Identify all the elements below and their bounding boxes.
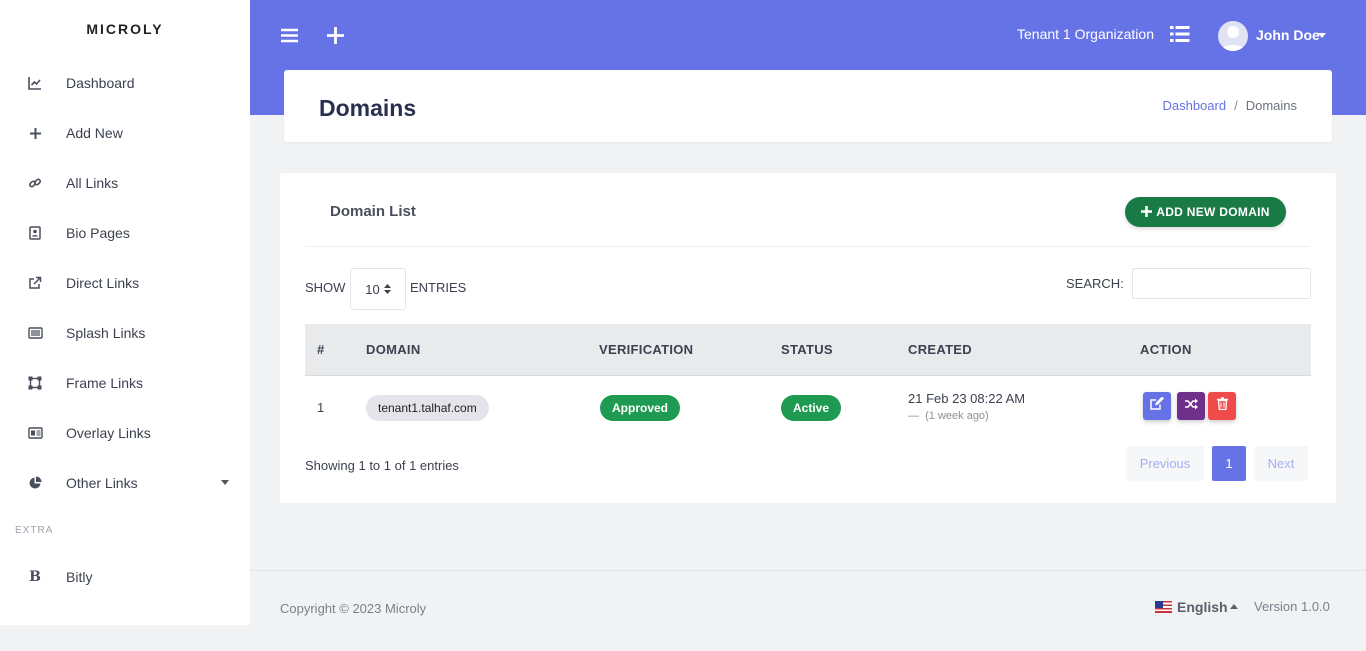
pagination-next[interactable]: Next xyxy=(1254,446,1308,481)
created-date: 21 Feb 23 08:22 AM xyxy=(908,391,1026,406)
sidebar-item-label: Dashboard xyxy=(66,75,135,91)
show-label: SHOW xyxy=(305,280,346,295)
avatar[interactable] xyxy=(1218,21,1248,51)
external-link-icon xyxy=(27,275,43,291)
created-relative: — (1 week ago) xyxy=(908,410,989,422)
created-relative-text: (1 week ago) xyxy=(925,410,989,422)
page-length-value: 10 xyxy=(365,281,380,297)
sidebar-item-bio-pages[interactable]: Bio Pages xyxy=(0,208,250,258)
domain-list-card: Domain List ADD NEW DOMAIN SHOW 10 ENTRI… xyxy=(280,173,1336,503)
us-flag-icon xyxy=(1155,601,1172,613)
sidebar-item-label: Bio Pages xyxy=(66,225,130,241)
breadcrumb-current: Domains xyxy=(1245,98,1297,113)
breadcrumb-home-link[interactable]: Dashboard xyxy=(1162,98,1226,113)
sidebar: MICROLY Dashboard Add New All Links Bio … xyxy=(0,0,250,625)
footer-divider xyxy=(250,570,1366,571)
sidebar-item-dashboard[interactable]: Dashboard xyxy=(0,58,250,108)
sidebar-item-frame-links[interactable]: Frame Links xyxy=(0,358,250,408)
search-input[interactable] xyxy=(1132,268,1311,299)
sidebar-item-other-links[interactable]: Other Links xyxy=(0,458,250,508)
sidebar-item-splash-links[interactable]: Splash Links xyxy=(0,308,250,358)
contact-card-icon xyxy=(27,225,43,241)
sort-arrows-icon xyxy=(383,284,391,294)
sidebar-item-direct-links[interactable]: Direct Links xyxy=(0,258,250,308)
breadcrumb: Dashboard / Domains xyxy=(1162,98,1297,113)
chevron-down-icon xyxy=(1318,33,1326,38)
plus-icon xyxy=(27,125,43,141)
column-header-status[interactable]: STATUS xyxy=(781,342,833,357)
sidebar-item-label: Overlay Links xyxy=(66,425,151,441)
add-new-domain-label: ADD NEW DOMAIN xyxy=(1156,205,1270,219)
status-badge: Active xyxy=(781,395,842,421)
sidebar-item-label: Other Links xyxy=(66,475,138,491)
brand-logo[interactable]: MICROLY xyxy=(0,0,250,58)
edit-button[interactable] xyxy=(1143,392,1171,420)
sidebar-item-all-links[interactable]: All Links xyxy=(0,158,250,208)
overlay-icon xyxy=(27,425,43,441)
link-icon xyxy=(27,175,43,191)
domain-badge: tenant1.talhaf.com xyxy=(366,395,489,421)
organization-name[interactable]: Tenant 1 Organization xyxy=(1017,26,1154,42)
pie-chart-icon xyxy=(27,475,43,491)
column-header-verification[interactable]: VERIFICATION xyxy=(599,342,693,357)
table-header: # DOMAIN VERIFICATION STATUS CREATED ACT… xyxy=(305,324,1311,376)
sidebar-item-label: Add New xyxy=(66,125,123,141)
chart-line-icon xyxy=(27,75,43,91)
shuffle-button[interactable] xyxy=(1177,392,1205,420)
edit-icon xyxy=(1150,396,1164,415)
sidebar-item-bitly[interactable]: B Bitly xyxy=(0,552,250,602)
pagination-page-1[interactable]: 1 xyxy=(1212,446,1246,481)
bold-b-icon: B xyxy=(29,569,41,585)
frame-icon xyxy=(27,375,43,391)
table-info: Showing 1 to 1 of 1 entries xyxy=(305,458,459,473)
verification-badge: Approved xyxy=(600,395,681,421)
delete-button[interactable] xyxy=(1208,392,1236,420)
plus-icon xyxy=(1141,204,1153,220)
plus-icon[interactable] xyxy=(324,24,346,46)
column-header-domain[interactable]: DOMAIN xyxy=(366,342,421,357)
column-header-action[interactable]: ACTION xyxy=(1140,342,1192,357)
breadcrumb-separator: / xyxy=(1234,98,1238,113)
version-text: Version 1.0.0 xyxy=(1254,599,1330,614)
sidebar-item-label: Bitly xyxy=(66,569,93,585)
table-row: 1 tenant1.talhaf.com Approved Active 21 … xyxy=(305,376,1311,438)
trash-icon xyxy=(1216,397,1228,415)
sidebar-item-label: All Links xyxy=(66,175,119,191)
page-length-select[interactable]: 10 xyxy=(350,268,406,310)
entries-label: ENTRIES xyxy=(410,280,467,295)
chevron-up-icon xyxy=(1230,604,1238,609)
page-title: Domains xyxy=(319,95,417,121)
user-menu-button[interactable]: John Doe xyxy=(1256,27,1320,43)
sidebar-item-overlay-links[interactable]: Overlay Links xyxy=(0,408,250,458)
divider xyxy=(305,246,1310,247)
dash-glyph: — xyxy=(908,410,926,422)
sidebar-item-label: Splash Links xyxy=(66,325,146,341)
column-header-index[interactable]: # xyxy=(317,342,325,357)
shuffle-icon xyxy=(1184,397,1198,415)
sidebar-item-label: Frame Links xyxy=(66,375,144,391)
add-new-domain-button[interactable]: ADD NEW DOMAIN xyxy=(1125,197,1286,227)
list-icon[interactable] xyxy=(1170,25,1190,45)
search-label: SEARCH: xyxy=(1066,276,1124,291)
sidebar-section-label: EXTRA xyxy=(15,524,54,536)
list-card-icon xyxy=(27,325,43,341)
copyright-text: Copyright © 2023 Microly xyxy=(280,601,427,616)
hamburger-menu-icon[interactable] xyxy=(278,24,300,46)
column-header-created[interactable]: CREATED xyxy=(908,342,972,357)
sidebar-item-add-new[interactable]: Add New xyxy=(0,108,250,158)
card-title: Domain List xyxy=(330,203,416,220)
row-index: 1 xyxy=(317,400,325,415)
language-selector[interactable]: English xyxy=(1177,599,1228,615)
sidebar-item-label: Direct Links xyxy=(66,275,140,291)
chevron-down-icon xyxy=(221,480,229,485)
pagination-previous[interactable]: Previous xyxy=(1126,446,1204,481)
page-header-card: Domains Dashboard / Domains xyxy=(284,70,1332,142)
